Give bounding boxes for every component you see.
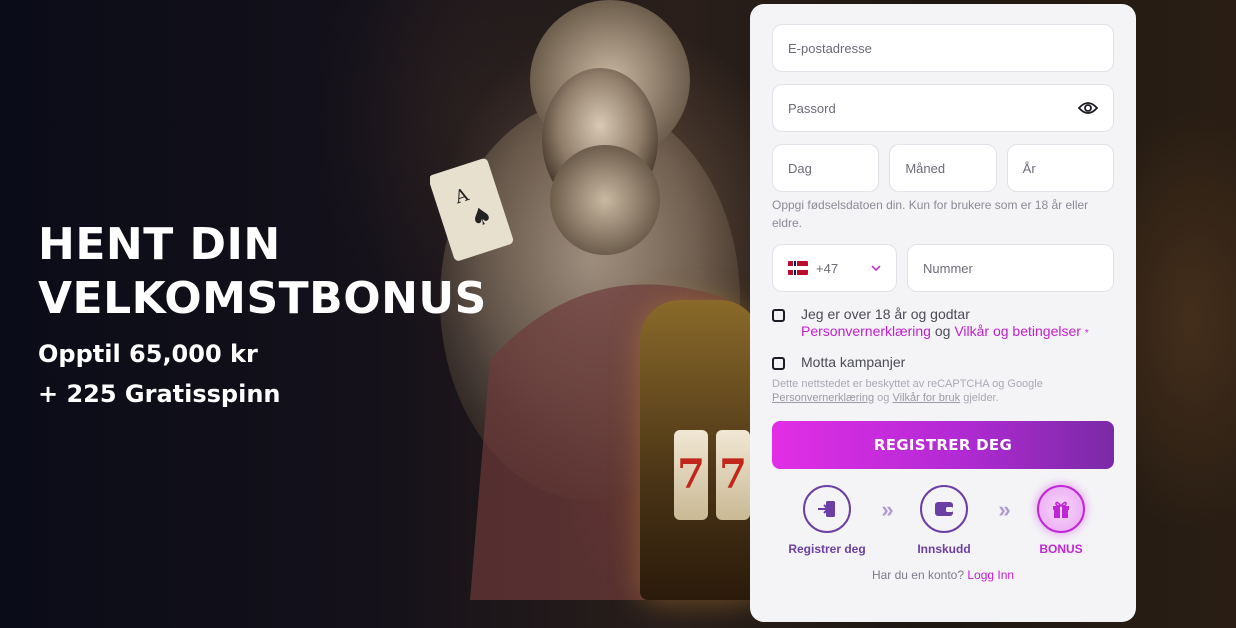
slot-reel: 7 <box>674 430 708 520</box>
terms-and: og <box>934 323 951 339</box>
month-placeholder: Måned <box>905 160 946 176</box>
promo-checkbox[interactable] <box>772 357 785 370</box>
step-arrow: » <box>881 497 893 522</box>
step-deposit-label: Innskudd <box>917 542 971 556</box>
dob-row: Dag Måned År <box>772 144 1114 192</box>
month-field[interactable]: Måned <box>889 144 997 192</box>
email-placeholder: E-postadresse <box>788 40 872 56</box>
email-field[interactable]: E-postadresse <box>772 24 1114 72</box>
captcha-terms-link[interactable]: Vilkår for bruk <box>892 392 960 404</box>
step-register-label: Registrer deg <box>788 542 866 556</box>
step-arrow: » <box>998 497 1010 522</box>
step-bonus-label: BONUS <box>1039 542 1083 556</box>
login-link[interactable]: Logg Inn <box>967 568 1014 582</box>
day-placeholder: Dag <box>788 160 812 176</box>
step-register: Registrer deg <box>782 485 872 556</box>
terms-conditions-link[interactable]: Vilkår og betingelser <box>954 323 1081 339</box>
promo-label: Motta kampanjer <box>801 354 906 370</box>
sign-in-icon <box>803 485 851 533</box>
dob-help-text: Oppgi fødselsdatoen din. Kun for brukere… <box>772 198 1089 230</box>
terms-text-intro: Jeg er over 18 år og godtar <box>801 306 970 322</box>
terms-row: Jeg er over 18 år og godtar Personverner… <box>772 306 1114 342</box>
hero-offer-amount: Opptil 65,000 kr <box>38 340 258 368</box>
onboarding-steps: Registrer deg » Innskudd » BONUS <box>772 485 1114 556</box>
privacy-policy-link[interactable]: Personvernerklæring <box>801 323 931 339</box>
register-button[interactable]: REGISTRER DEG <box>772 421 1114 469</box>
day-field[interactable]: Dag <box>772 144 880 192</box>
year-field[interactable]: År <box>1006 144 1114 192</box>
hero-text: HENT DIN VELKOMSTBONUS Opptil 65,000 kr … <box>38 218 487 414</box>
recaptcha-notice: Dette nettstedet er beskyttet av reCAPTC… <box>772 377 1114 405</box>
slot-reel: 7 <box>716 430 750 520</box>
captcha-text-outro: gjelder. <box>963 392 999 404</box>
captcha-text-intro: Dette nettstedet er beskyttet av reCAPTC… <box>772 378 1043 390</box>
hero-title-line1: HENT DIN <box>38 219 281 270</box>
hero-offer-spins: + 225 Gratisspinn <box>38 380 281 408</box>
captcha-privacy-link[interactable]: Personvernerklæring <box>772 392 874 404</box>
country-code-value: +47 <box>816 260 839 276</box>
country-code-select[interactable]: +47 <box>772 244 897 292</box>
registration-panel: E-postadresse Passord Dag Måned År Oppgi… <box>750 4 1136 622</box>
password-placeholder: Passord <box>788 100 836 116</box>
phone-placeholder: Nummer <box>923 260 973 276</box>
terms-text: Jeg er over 18 år og godtar Personverner… <box>801 306 1089 342</box>
year-placeholder: År <box>1022 160 1036 176</box>
terms-checkbox[interactable] <box>772 309 785 322</box>
step-deposit: Innskudd <box>899 485 989 556</box>
login-prompt-text: Har du en konto? <box>871 568 964 582</box>
hero-title-line2: VELKOMSTBONUS <box>38 273 487 324</box>
captcha-and: og <box>877 392 890 404</box>
password-field[interactable]: Passord <box>772 84 1114 132</box>
login-prompt: Har du en konto? Logg Inn <box>772 568 1114 582</box>
phone-row: +47 Nummer <box>772 244 1114 292</box>
phone-number-field[interactable]: Nummer <box>907 244 1114 292</box>
wallet-icon <box>920 485 968 533</box>
step-bonus: BONUS <box>1016 485 1106 556</box>
gift-icon <box>1037 485 1085 533</box>
required-marker: * <box>1084 328 1089 339</box>
norway-flag-icon <box>788 261 808 275</box>
slot-machine-illustration: 7 7 <box>640 300 760 600</box>
chevron-down-icon <box>871 265 881 271</box>
eye-icon[interactable] <box>1078 101 1098 115</box>
promo-row: Motta kampanjer <box>772 354 1114 371</box>
